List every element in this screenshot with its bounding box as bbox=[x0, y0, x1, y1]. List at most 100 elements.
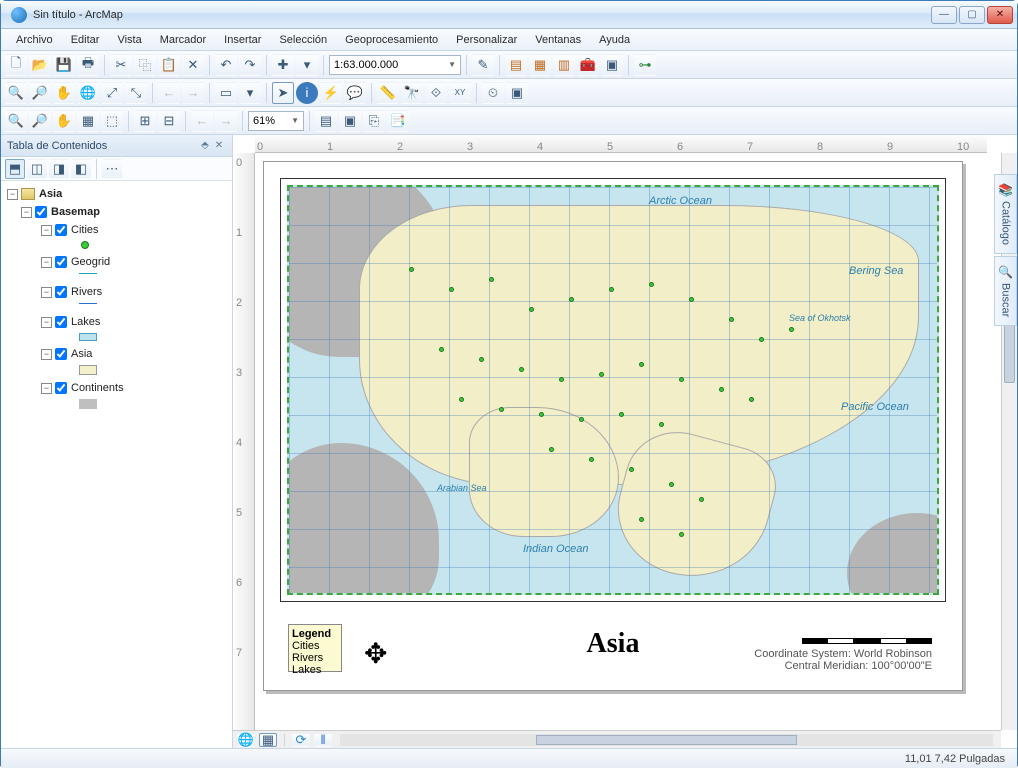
map-frame[interactable]: /* injected below */ Arctic Ocean Bering… bbox=[280, 178, 946, 602]
goto-xy-icon[interactable]: XY bbox=[449, 82, 471, 104]
menu-marcador[interactable]: Marcador bbox=[151, 31, 215, 49]
measure-icon[interactable]: 📏 bbox=[377, 82, 399, 104]
layer-checkbox[interactable] bbox=[55, 224, 67, 236]
layout-zoom-out-icon[interactable]: 🔎 bbox=[29, 110, 51, 132]
refresh-icon[interactable]: ⟳ bbox=[292, 733, 310, 747]
forward-icon[interactable]: → bbox=[182, 82, 204, 104]
zoom-out-icon[interactable]: 🔎 bbox=[29, 82, 51, 104]
toc-options-icon[interactable]: ⋯ bbox=[102, 159, 122, 179]
arctoolbox-icon[interactable]: 🧰 bbox=[577, 54, 599, 76]
scale-bar[interactable] bbox=[802, 638, 932, 644]
tab-catalogo[interactable]: 📚Catálogo bbox=[994, 174, 1017, 254]
north-arrow[interactable]: ✥ bbox=[364, 637, 387, 670]
menu-editar[interactable]: Editar bbox=[62, 31, 109, 49]
layout-zoom-input[interactable]: 61%▼ bbox=[248, 111, 304, 131]
collapse-icon[interactable]: − bbox=[41, 317, 52, 328]
layout-zoom-in-icon[interactable]: 🔍 bbox=[5, 110, 27, 132]
clear-selection-icon[interactable]: ▾ bbox=[239, 82, 261, 104]
layout-fixed-zoom-in-icon[interactable]: ⊞ bbox=[134, 110, 156, 132]
layer-lakes[interactable]: −Lakes bbox=[3, 313, 230, 331]
layer-asia[interactable]: −Asia bbox=[3, 345, 230, 363]
menu-personalizar[interactable]: Personalizar bbox=[447, 31, 526, 49]
find-route-icon[interactable]: ⟐ bbox=[425, 82, 447, 104]
viewer-window-icon[interactable]: ▣ bbox=[506, 82, 528, 104]
collapse-icon[interactable]: − bbox=[21, 207, 32, 218]
redo-icon[interactable]: ↷ bbox=[239, 54, 261, 76]
model-builder-icon[interactable]: ⊶ bbox=[634, 54, 656, 76]
list-by-source-icon[interactable]: ◫ bbox=[27, 159, 47, 179]
undo-icon[interactable]: ↶ bbox=[215, 54, 237, 76]
zoom-100-icon[interactable]: ⬚ bbox=[101, 110, 123, 132]
horizontal-scrollbar[interactable] bbox=[340, 734, 993, 746]
collapse-icon[interactable]: − bbox=[41, 257, 52, 268]
fixed-zoom-out-icon[interactable]: ⤡ bbox=[125, 82, 147, 104]
new-icon[interactable]: 🗋 bbox=[5, 54, 27, 76]
layer-checkbox[interactable] bbox=[55, 316, 67, 328]
layer-cities[interactable]: −Cities bbox=[3, 221, 230, 239]
collapse-icon[interactable]: − bbox=[41, 383, 52, 394]
find-icon[interactable]: 🔭 bbox=[401, 82, 423, 104]
maximize-button[interactable]: ▢ bbox=[959, 6, 985, 24]
menu-ventanas[interactable]: Ventanas bbox=[526, 31, 590, 49]
list-by-selection-icon[interactable]: ◧ bbox=[71, 159, 91, 179]
toggle-draft-icon[interactable]: ▤ bbox=[315, 110, 337, 132]
toc-icon[interactable]: ▤ bbox=[505, 54, 527, 76]
time-slider-icon[interactable]: ⏲ bbox=[482, 82, 504, 104]
python-icon[interactable]: ▣ bbox=[601, 54, 623, 76]
menu-vista[interactable]: Vista bbox=[108, 31, 150, 49]
select-elements-icon[interactable]: ➤ bbox=[272, 82, 294, 104]
html-popup-icon[interactable]: 💬 bbox=[344, 82, 366, 104]
menu-archivo[interactable]: Archivo bbox=[7, 31, 62, 49]
catalog-window-icon[interactable]: ▦ bbox=[529, 54, 551, 76]
cut-icon[interactable]: ✂ bbox=[110, 54, 132, 76]
layer-checkbox[interactable] bbox=[55, 382, 67, 394]
map-title[interactable]: Asia bbox=[587, 628, 640, 660]
map-dataframe[interactable]: /* injected below */ Arctic Ocean Bering… bbox=[287, 185, 939, 595]
minimize-button[interactable]: — bbox=[931, 6, 957, 24]
layout-view-icon[interactable]: ▦ bbox=[259, 733, 277, 747]
delete-icon[interactable]: ✕ bbox=[182, 54, 204, 76]
focus-dataframe-icon[interactable]: ▣ bbox=[339, 110, 361, 132]
fixed-zoom-in-icon[interactable]: ⤢ bbox=[101, 82, 123, 104]
full-extent-icon[interactable]: 🌐 bbox=[77, 82, 99, 104]
collapse-icon[interactable]: − bbox=[41, 349, 52, 360]
identify-icon[interactable]: i bbox=[296, 82, 318, 104]
tab-buscar[interactable]: 🔍Buscar bbox=[994, 256, 1017, 326]
legend[interactable]: Legend Cities Rivers Lakes bbox=[288, 624, 342, 672]
data-view-icon[interactable]: 🌐 bbox=[237, 733, 255, 747]
dataframe-asia[interactable]: − Asia bbox=[3, 185, 230, 203]
data-driven-pages-icon[interactable]: 📑 bbox=[387, 110, 409, 132]
print-icon[interactable]: 🖶 bbox=[77, 54, 99, 76]
layer-checkbox[interactable] bbox=[55, 286, 67, 298]
change-layout-icon[interactable]: ⎘ bbox=[363, 110, 385, 132]
layer-rivers[interactable]: −Rivers bbox=[3, 283, 230, 301]
pin-icon[interactable]: ⬘ bbox=[198, 140, 212, 151]
zoom-in-icon[interactable]: 🔍 bbox=[5, 82, 27, 104]
add-data-dropdown-icon[interactable]: ▾ bbox=[296, 54, 318, 76]
menu-seleccion[interactable]: Selección bbox=[270, 31, 336, 49]
open-icon[interactable]: 📂 bbox=[29, 54, 51, 76]
layer-checkbox[interactable] bbox=[55, 348, 67, 360]
select-features-icon[interactable]: ▭ bbox=[215, 82, 237, 104]
zoom-whole-page-icon[interactable]: ▦ bbox=[77, 110, 99, 132]
close-panel-icon[interactable]: ✕ bbox=[212, 140, 226, 151]
copy-icon[interactable]: ⿻ bbox=[134, 54, 156, 76]
menu-geoprocesamiento[interactable]: Geoprocesamiento bbox=[336, 31, 447, 49]
save-icon[interactable]: 💾 bbox=[53, 54, 75, 76]
close-button[interactable]: ✕ bbox=[987, 6, 1013, 24]
layout-back-icon[interactable]: ← bbox=[191, 110, 213, 132]
pan-icon[interactable]: ✋ bbox=[53, 82, 75, 104]
list-by-drawing-order-icon[interactable]: ⬒ bbox=[5, 159, 25, 179]
layout-forward-icon[interactable]: → bbox=[215, 110, 237, 132]
hyperlink-icon[interactable]: ⚡ bbox=[320, 82, 342, 104]
group-basemap[interactable]: − Basemap bbox=[3, 203, 230, 221]
layer-geogrid[interactable]: −Geogrid bbox=[3, 253, 230, 271]
scale-input[interactable]: 1:63.000.000▼ bbox=[329, 55, 461, 75]
add-data-icon[interactable]: ✚ bbox=[272, 54, 294, 76]
collapse-icon[interactable]: − bbox=[7, 189, 18, 200]
collapse-icon[interactable]: − bbox=[41, 287, 52, 298]
list-by-visibility-icon[interactable]: ◨ bbox=[49, 159, 69, 179]
paste-icon[interactable]: 📋 bbox=[158, 54, 180, 76]
menu-ayuda[interactable]: Ayuda bbox=[590, 31, 639, 49]
back-icon[interactable]: ← bbox=[158, 82, 180, 104]
